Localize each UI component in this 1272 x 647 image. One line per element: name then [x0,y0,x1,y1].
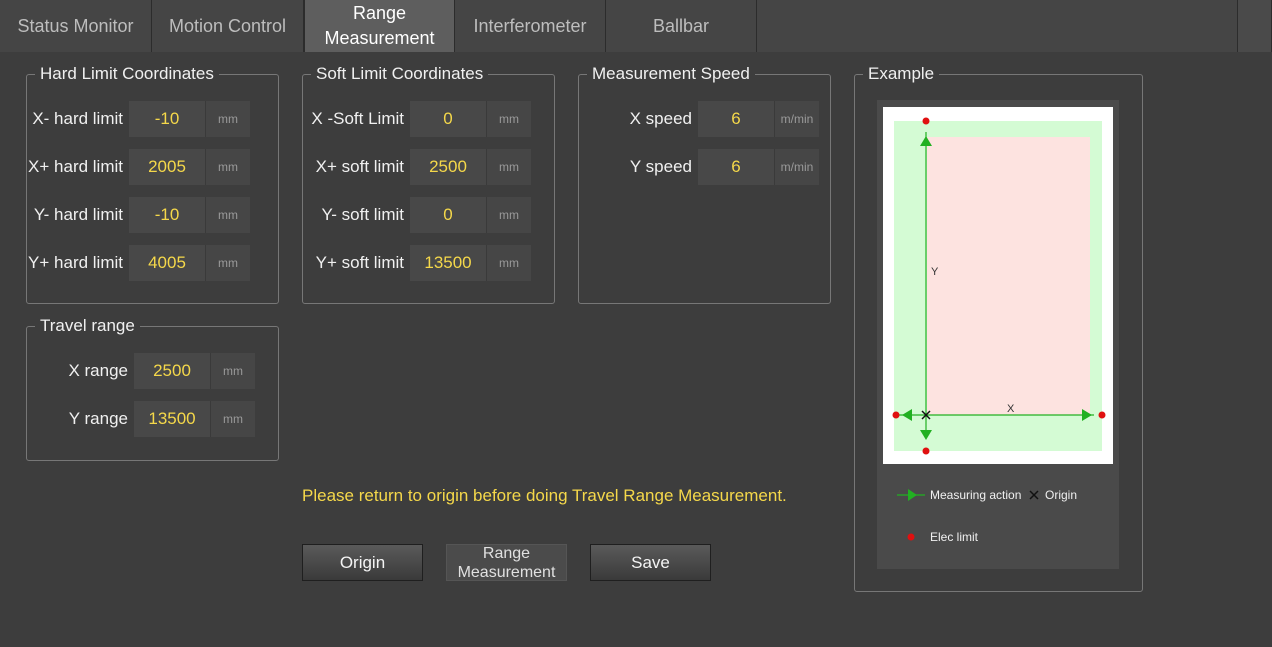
tab-filler-end [1238,0,1272,52]
button-label: Origin [339,552,386,572]
hard-limit-row-yminus: Y- hard limit -10 mm [27,197,250,233]
soft-limit-group: Soft Limit Coordinates X -Soft Limit 0 m… [302,64,555,304]
unit-label: mm [210,401,255,437]
speed-group: Measurement Speed X speed 6 m/min Y spee… [578,64,831,304]
x-plus-hard-limit-field[interactable]: 2005 [129,149,205,185]
y-axis-label: Y [931,266,939,278]
y-plus-hard-limit-field[interactable]: 4005 [129,245,205,281]
x-range-field[interactable]: 2500 [134,353,210,389]
soft-limit-row-xplus: X+ soft limit 2500 mm [303,149,531,185]
y-plus-soft-limit-field[interactable]: 13500 [410,245,486,281]
travel-range-title: Travel range [35,316,140,336]
tab-bar: Status Monitor Motion Control Range Meas… [0,0,1272,52]
unit-label: mm [205,245,250,281]
travel-row-x: X range 2500 mm [27,353,255,389]
button-label: Range Measurement [457,544,556,581]
x-minus-soft-limit-field[interactable]: 0 [410,101,486,137]
hard-limit-group: Hard Limit Coordinates X- hard limit -10… [26,64,279,304]
legend-measuring-label: Measuring action [930,488,1021,502]
speed-row-x: X speed 6 m/min [579,101,819,137]
legend-elec-label: Elec limit [930,530,979,544]
y-minus-soft-limit-field[interactable]: 0 [410,197,486,233]
y-speed-field[interactable]: 6 [698,149,774,185]
button-label: Save [631,552,670,572]
row-label: X+ hard limit [28,157,123,176]
row-label: X speed [629,109,692,128]
travel-range-group: Travel range X range 2500 mm Y range 135… [26,316,279,461]
soft-limit-row-xminus: X -Soft Limit 0 mm [303,101,531,137]
example-panel: Y X Measuring action Origin Elec limit [877,100,1119,569]
legend-origin-icon [1029,490,1039,500]
tab-label: Interferometer [473,15,587,36]
y-minus-hard-limit-field[interactable]: -10 [129,197,205,233]
y-range-field[interactable]: 13500 [134,401,210,437]
tab-label: Status Monitor [17,15,134,36]
soft-limit-row-yminus: Y- soft limit 0 mm [303,197,531,233]
example-diagram: Y X Measuring action Origin Elec limit [883,107,1113,544]
tab-motion-control[interactable]: Motion Control [152,0,304,52]
tab-range-measurement[interactable]: Range Measurement [304,0,455,52]
row-label: Y- hard limit [33,205,123,224]
soft-limit-title: Soft Limit Coordinates [311,64,489,84]
soft-limit-row-yplus: Y+ soft limit 13500 mm [303,245,531,281]
legend-origin-label: Origin [1045,488,1077,502]
origin-button[interactable]: Origin [302,544,423,581]
limit-dot-bottom [922,447,930,455]
legend-arrow-icon [908,489,917,501]
row-label: Y+ hard limit [28,253,123,272]
row-label: Y speed [629,157,692,176]
save-button[interactable]: Save [590,544,711,581]
tab-filler [757,0,1238,52]
origin-notice: Please return to origin before doing Tra… [302,486,787,505]
limit-dot-right [1098,411,1106,419]
row-label: X- hard limit [32,109,123,128]
unit-label: m/min [774,101,819,137]
unit-label: mm [486,149,531,185]
row-label: Y+ soft limit [315,253,404,272]
unit-label: mm [486,101,531,137]
travel-row-y: Y range 13500 mm [27,401,255,437]
speed-row-y: Y speed 6 m/min [579,149,819,185]
row-label: X range [68,361,128,380]
unit-label: mm [210,353,255,389]
row-label: X -Soft Limit [311,109,404,128]
tab-label: Ballbar [652,15,710,36]
row-label: X+ soft limit [315,157,404,176]
hard-limit-row-xminus: X- hard limit -10 mm [27,101,250,137]
tab-interferometer[interactable]: Interferometer [455,0,606,52]
example-title: Example [863,64,940,84]
unit-label: mm [205,197,250,233]
hard-limit-row-xplus: X+ hard limit 2005 mm [27,149,250,185]
legend-limit-dot-icon [907,533,915,541]
row-label: Y- soft limit [321,205,404,224]
limit-dot-left [892,411,900,419]
limit-dot-top [922,117,930,125]
x-minus-hard-limit-field[interactable]: -10 [129,101,205,137]
x-speed-field[interactable]: 6 [698,101,774,137]
unit-label: mm [486,197,531,233]
hard-limit-title: Hard Limit Coordinates [35,64,219,84]
row-label: Y range [68,409,128,428]
tab-label: Range Measurement [324,3,435,48]
range-measurement-button[interactable]: Range Measurement [446,544,567,581]
unit-label: m/min [774,149,819,185]
unit-label: mm [205,101,250,137]
unit-label: mm [486,245,531,281]
speed-title: Measurement Speed [587,64,755,84]
unit-label: mm [205,149,250,185]
work-zone [927,137,1090,415]
tab-status-monitor[interactable]: Status Monitor [0,0,152,52]
x-plus-soft-limit-field[interactable]: 2500 [410,149,486,185]
tab-ballbar[interactable]: Ballbar [606,0,757,52]
tab-label: Motion Control [168,15,287,36]
hard-limit-row-yplus: Y+ hard limit 4005 mm [27,245,250,281]
x-axis-label: X [1007,403,1015,415]
